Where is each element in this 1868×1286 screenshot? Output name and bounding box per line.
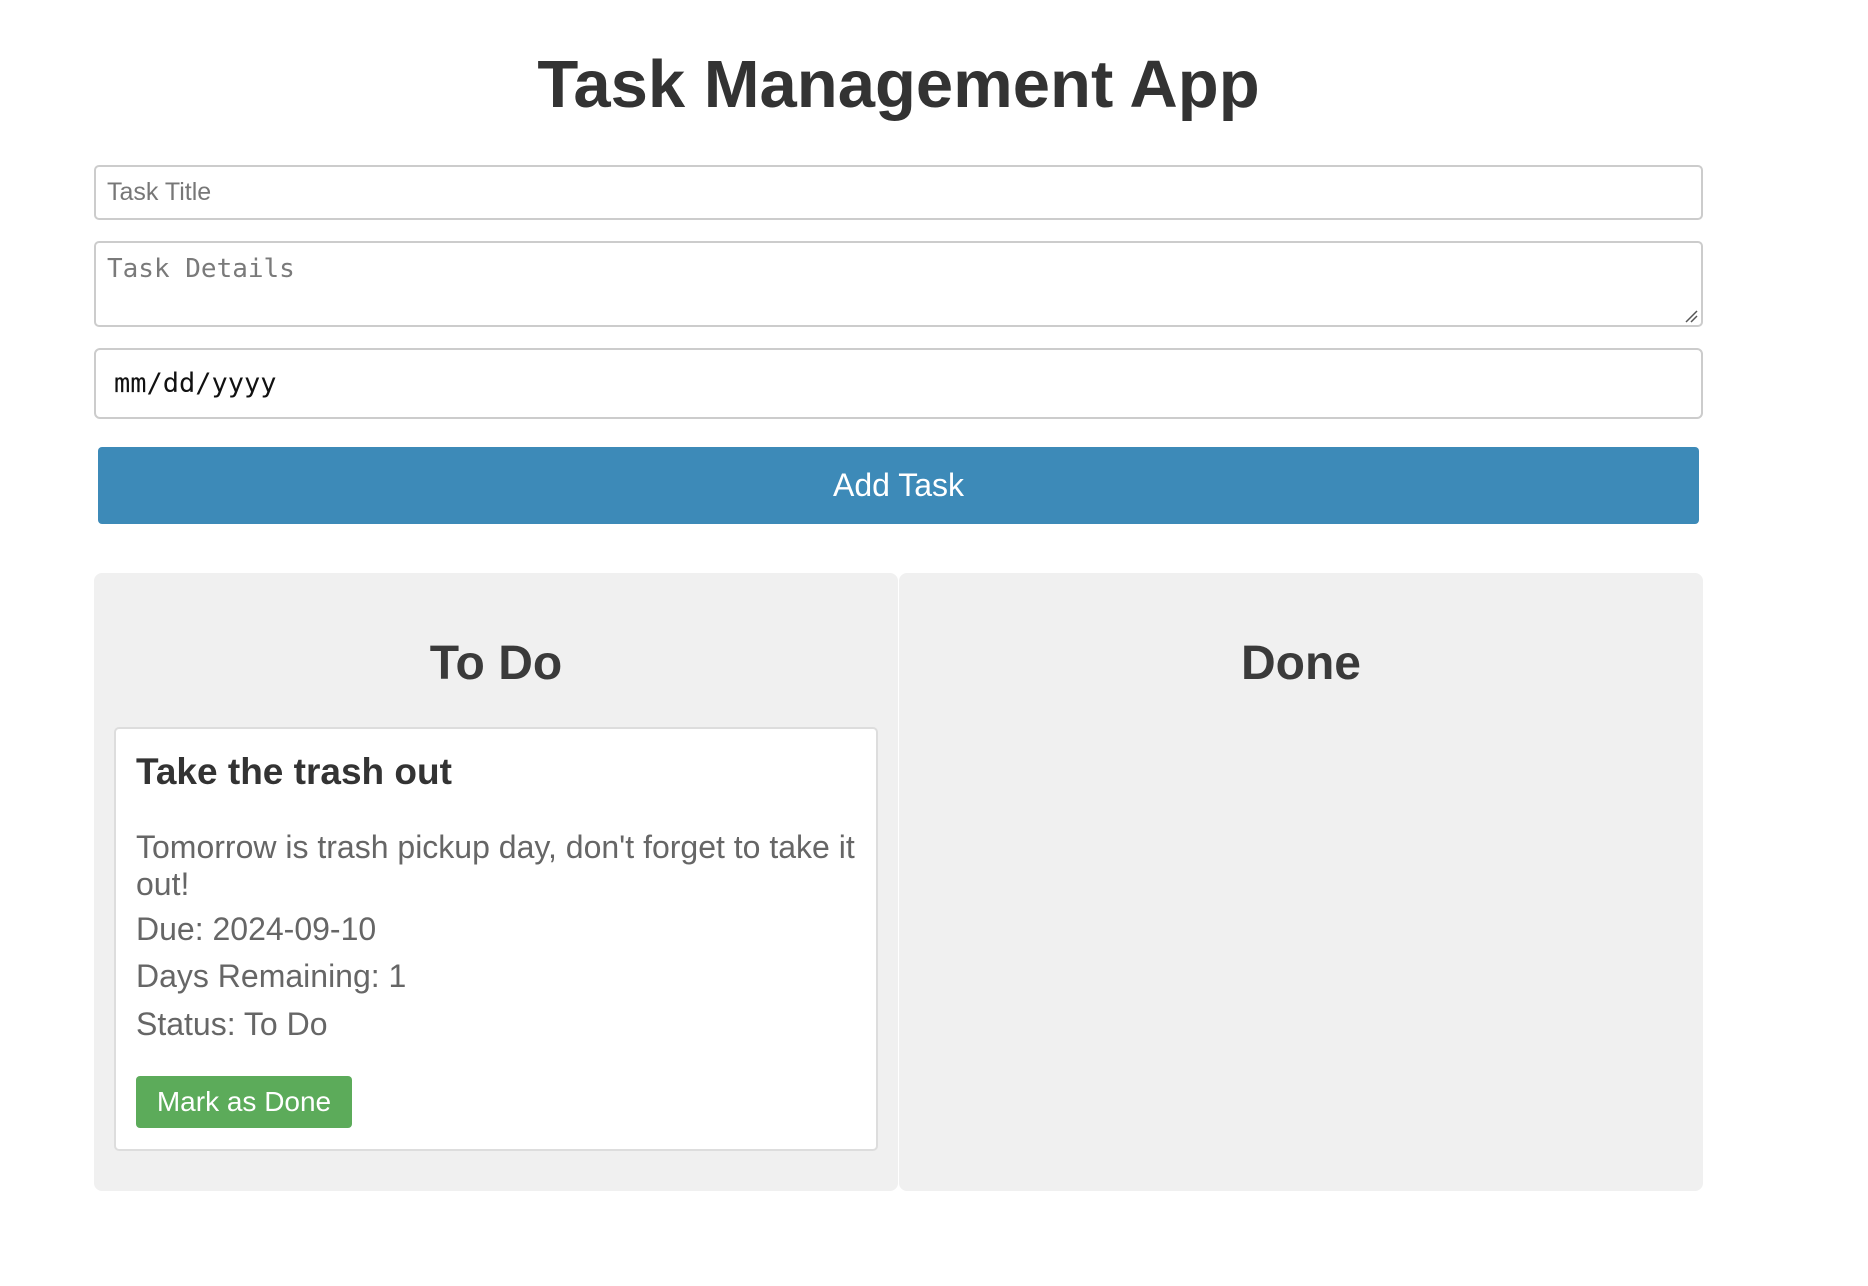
- status-label: Status:: [136, 1006, 236, 1042]
- task-details: Tomorrow is trash pickup day, don't forg…: [136, 829, 855, 902]
- status-value: To Do: [243, 1006, 328, 1042]
- task-title-input[interactable]: [94, 165, 1703, 220]
- task-title: Take the trash out: [136, 751, 452, 792]
- done-column: Done: [899, 573, 1703, 1191]
- mark-as-done-button[interactable]: Mark as Done: [136, 1076, 352, 1128]
- todo-column-title: To Do: [429, 637, 563, 690]
- task-details-input[interactable]: [94, 241, 1703, 327]
- todo-column: To Do Take the trash out Tomorrow is tra…: [94, 573, 898, 1191]
- task-status: Status: To Do: [136, 1006, 328, 1043]
- remaining-label: Days Remaining:: [136, 958, 380, 994]
- due-value: 2024-09-10: [212, 911, 377, 947]
- remaining-value: 1: [388, 958, 407, 994]
- task-card: Take the trash out Tomorrow is trash pic…: [114, 727, 878, 1151]
- due-date-input[interactable]: mm/dd/yyyy: [94, 348, 1703, 419]
- page-title: Task Management App: [537, 47, 1260, 122]
- add-task-button[interactable]: Add Task: [98, 447, 1699, 524]
- done-column-title: Done: [1241, 637, 1361, 690]
- task-days-remaining: Days Remaining: 1: [136, 958, 406, 995]
- task-due-date: Due: 2024-09-10: [136, 911, 376, 948]
- resize-handle-icon[interactable]: [1684, 309, 1698, 323]
- due-label: Due:: [136, 911, 204, 947]
- date-placeholder: mm/dd/yyyy: [114, 368, 277, 399]
